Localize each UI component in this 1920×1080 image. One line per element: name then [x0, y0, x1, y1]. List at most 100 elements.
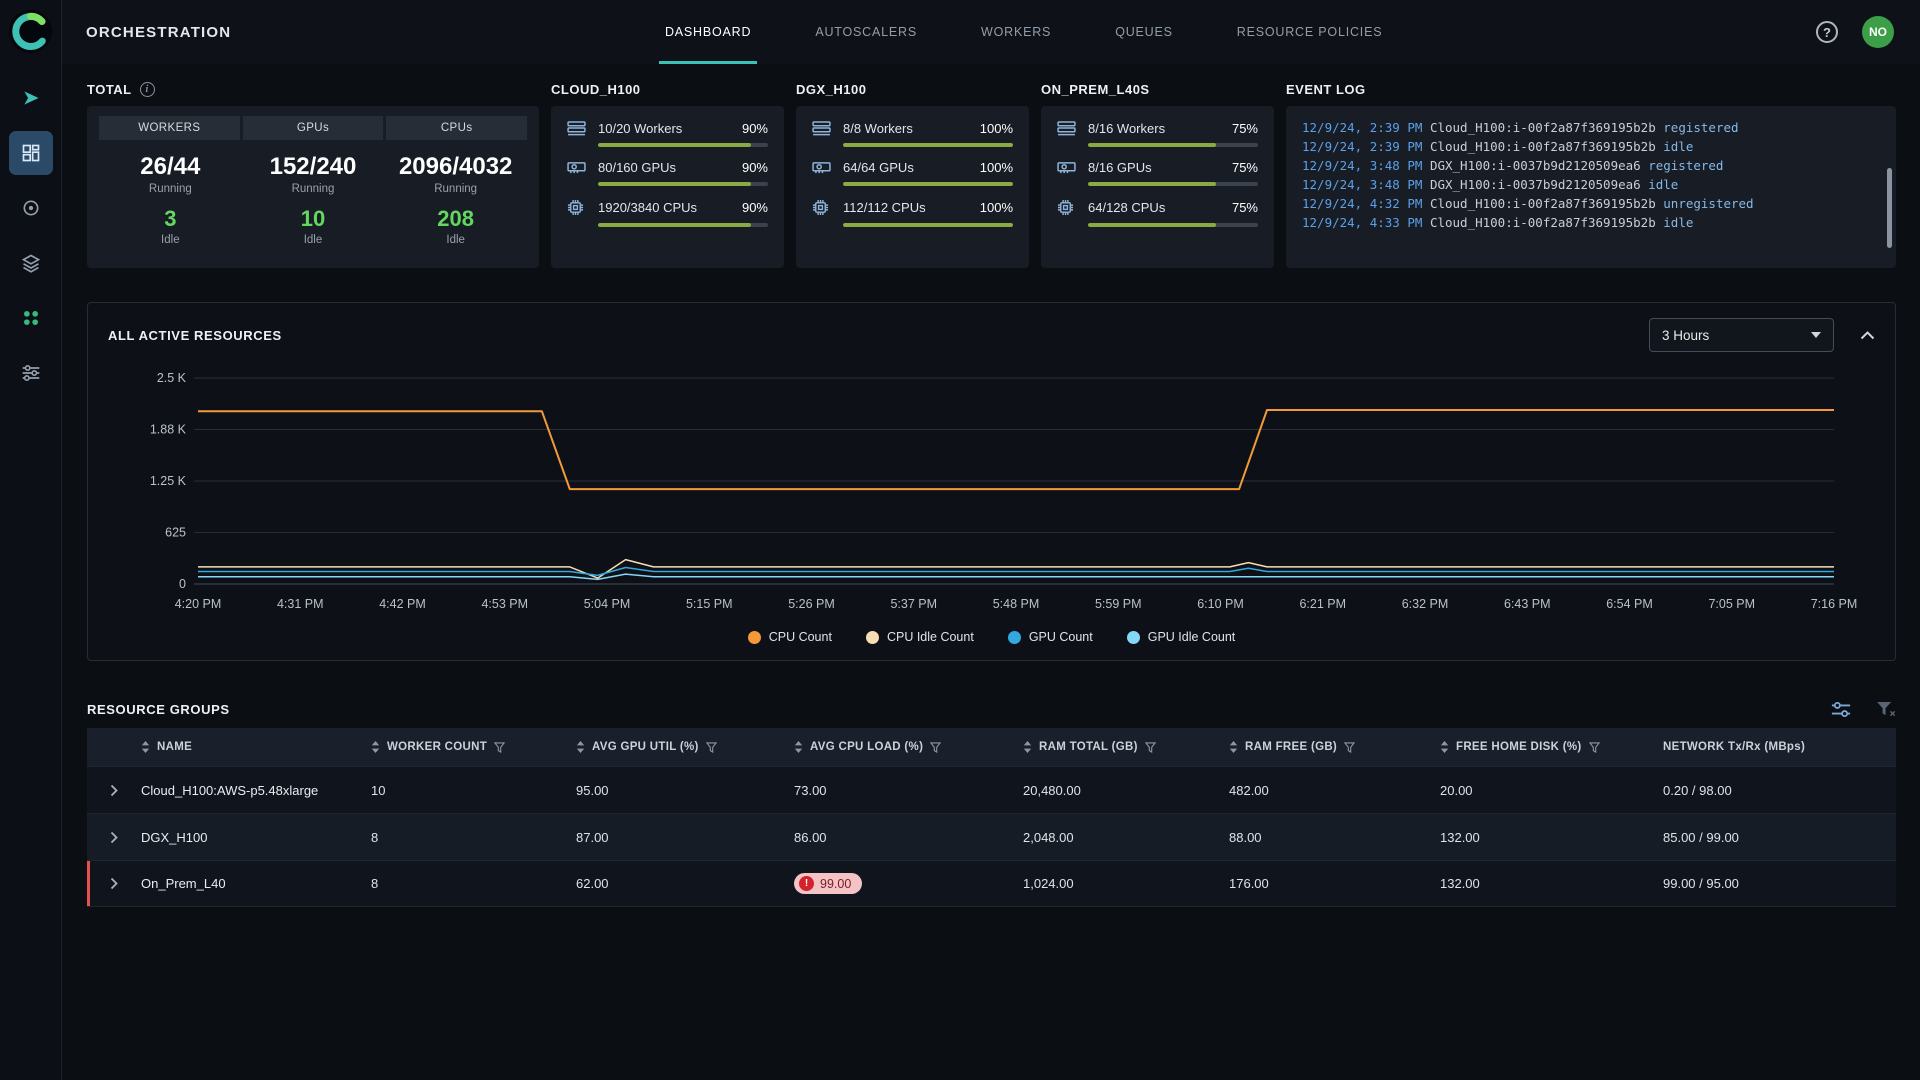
- column-header-free-home-disk[interactable]: FREE HOME DISK (%): [1440, 741, 1663, 753]
- idle-label: Idle: [99, 234, 242, 246]
- column-label: WORKER COUNT: [387, 741, 487, 753]
- total-gpus-stats: 152/240Running10Idle: [242, 153, 385, 246]
- legend-dot: [866, 631, 879, 644]
- legend-dot: [1008, 631, 1021, 644]
- resource-groups-title: RESOURCE GROUPS: [87, 702, 230, 717]
- info-icon[interactable]: i: [140, 82, 155, 97]
- workers-icon[interactable]: [9, 186, 53, 230]
- tab-autoscalers[interactable]: AUTOSCALERS: [809, 0, 923, 64]
- filter-icon[interactable]: [706, 742, 717, 753]
- column-header-worker-count[interactable]: WORKER COUNT: [371, 741, 576, 753]
- resource-panel-cloud-h100: CLOUD_H10010/20 Workers90%80/160 GPUs90%…: [551, 82, 784, 268]
- total-workers-stats: 26/44Running3Idle: [99, 153, 242, 246]
- table-cell: 482.00: [1229, 783, 1440, 798]
- clear-filters-icon[interactable]: [1877, 702, 1896, 718]
- legend-item-cpu-idle-count[interactable]: CPU Idle Count: [866, 630, 974, 644]
- queues-icon[interactable]: [9, 241, 53, 285]
- filter-icon[interactable]: [494, 742, 505, 753]
- workers-icon: [1057, 121, 1077, 136]
- metric-percent: 75%: [1232, 160, 1258, 175]
- event-log-scrollbar[interactable]: [1887, 168, 1892, 248]
- sort-icon[interactable]: [1023, 741, 1032, 753]
- metric-label: 10/20 Workers: [598, 121, 682, 136]
- sort-icon[interactable]: [576, 741, 585, 753]
- table-row-cloud-h100-aws-p5-48xlarge[interactable]: Cloud_H100:AWS-p5.48xlarge1095.0073.0020…: [87, 766, 1896, 813]
- app-logo[interactable]: [8, 9, 53, 54]
- top-bar: ORCHESTRATION DASHBOARDAUTOSCALERSWORKER…: [62, 0, 1920, 64]
- column-settings-icon[interactable]: [1831, 701, 1851, 718]
- resource-metric-row: 64/64 GPUs100%: [812, 160, 1013, 186]
- svg-text:5:04 PM: 5:04 PM: [583, 597, 630, 611]
- running-label: Running: [384, 183, 527, 195]
- idle-label: Idle: [384, 234, 527, 246]
- sort-icon[interactable]: [1229, 741, 1238, 753]
- svg-text:5:59 PM: 5:59 PM: [1094, 597, 1141, 611]
- legend-label: CPU Count: [769, 630, 832, 644]
- table-row-dgx-h100[interactable]: DGX_H100887.0086.002,048.0088.00132.0085…: [87, 813, 1896, 860]
- expand-row-button[interactable]: [87, 831, 141, 844]
- tab-queues[interactable]: QUEUES: [1109, 0, 1179, 64]
- top-actions: ? NO: [1816, 0, 1894, 64]
- main-content: TOTAL i WORKERSGPUsCPUs 26/44Running3Idl…: [62, 64, 1920, 1080]
- column-label: AVG CPU LOAD (%): [810, 741, 923, 753]
- settings-sliders-icon[interactable]: [9, 351, 53, 395]
- table-cell: 85.00 / 99.00: [1663, 830, 1896, 845]
- active-resources-panel: ALL ACTIVE RESOURCES 3 Hours 06251.25 K1…: [87, 302, 1896, 661]
- running-value: 2096/4032: [384, 153, 527, 181]
- sort-icon[interactable]: [371, 741, 380, 753]
- column-header-ram-total-gb[interactable]: RAM TOTAL (GB): [1023, 741, 1229, 753]
- legend-item-cpu-count[interactable]: CPU Count: [748, 630, 832, 644]
- column-label: AVG GPU UTIL (%): [592, 741, 699, 753]
- column-header-avg-cpu-load[interactable]: AVG CPU LOAD (%): [794, 741, 1023, 753]
- dashboard-icon[interactable]: [9, 131, 53, 175]
- help-icon[interactable]: ?: [1816, 21, 1838, 43]
- svg-text:4:31 PM: 4:31 PM: [276, 597, 323, 611]
- column-header-network-tx-rx-mbps[interactable]: NETWORK Tx/Rx (MBps): [1663, 741, 1896, 753]
- collapse-panel-button[interactable]: [1860, 331, 1875, 340]
- filter-icon[interactable]: [930, 742, 941, 753]
- column-header-ram-free-gb[interactable]: RAM FREE (GB): [1229, 741, 1440, 753]
- chevron-down-icon: [1811, 332, 1821, 338]
- sort-icon[interactable]: [141, 741, 150, 753]
- column-label: RAM FREE (GB): [1245, 741, 1337, 753]
- metric-label: 8/16 GPUs: [1088, 160, 1152, 175]
- idle-value: 3: [99, 206, 242, 232]
- resource-groups-table: NAME WORKER COUNT AVG GPU UTIL (%) AVG CPU …: [87, 728, 1896, 907]
- avatar[interactable]: NO: [1862, 16, 1894, 48]
- resource-metric-row: 8/16 Workers75%: [1057, 121, 1258, 147]
- filter-icon[interactable]: [1344, 742, 1355, 753]
- legend-dot: [1127, 631, 1140, 644]
- gpu-icon: [812, 160, 832, 175]
- filter-icon[interactable]: [1589, 742, 1600, 753]
- legend-item-gpu-count[interactable]: GPU Count: [1008, 630, 1093, 644]
- filter-icon[interactable]: [1145, 742, 1156, 753]
- metric-label: 80/160 GPUs: [598, 160, 676, 175]
- stats-row: TOTAL i WORKERSGPUsCPUs 26/44Running3Idl…: [87, 82, 1896, 268]
- resource-panel-on-prem-l40s: ON_PREM_L40S8/16 Workers75%8/16 GPUs75%6…: [1041, 82, 1274, 268]
- column-label: FREE HOME DISK (%): [1456, 741, 1582, 753]
- tab-dashboard[interactable]: DASHBOARD: [659, 0, 757, 64]
- table-row-on-prem-l40[interactable]: On_Prem_L40862.00!99.001,024.00176.00132…: [87, 860, 1896, 907]
- expand-row-button[interactable]: [87, 784, 141, 797]
- table-cell: 62.00: [576, 876, 794, 891]
- launch-icon[interactable]: [9, 76, 53, 120]
- sort-icon[interactable]: [794, 741, 803, 753]
- resource-panel-title: ON_PREM_L40S: [1041, 82, 1274, 97]
- column-header-name[interactable]: NAME: [141, 741, 371, 753]
- applications-icon[interactable]: [9, 296, 53, 340]
- expand-row-button[interactable]: [87, 877, 141, 890]
- metric-percent: 75%: [1232, 200, 1258, 215]
- tab-workers[interactable]: WORKERS: [975, 0, 1057, 64]
- app-root: ORCHESTRATION DASHBOARDAUTOSCALERSWORKER…: [0, 0, 1920, 1080]
- tab-resource-policies[interactable]: RESOURCE POLICIES: [1231, 0, 1389, 64]
- resource-groups-section: RESOURCE GROUPS NAMEWORKER COUNTAV: [87, 701, 1896, 907]
- sort-icon[interactable]: [1440, 741, 1449, 753]
- time-range-select[interactable]: 3 Hours: [1649, 318, 1834, 352]
- column-header-avg-gpu-util[interactable]: AVG GPU UTIL (%): [576, 741, 794, 753]
- svg-text:5:15 PM: 5:15 PM: [685, 597, 732, 611]
- idle-value: 10: [242, 206, 385, 232]
- legend-item-gpu-idle-count[interactable]: GPU Idle Count: [1127, 630, 1236, 644]
- svg-text:4:20 PM: 4:20 PM: [174, 597, 221, 611]
- svg-text:1.25 K: 1.25 K: [149, 474, 186, 488]
- table-cell: 8: [371, 876, 576, 891]
